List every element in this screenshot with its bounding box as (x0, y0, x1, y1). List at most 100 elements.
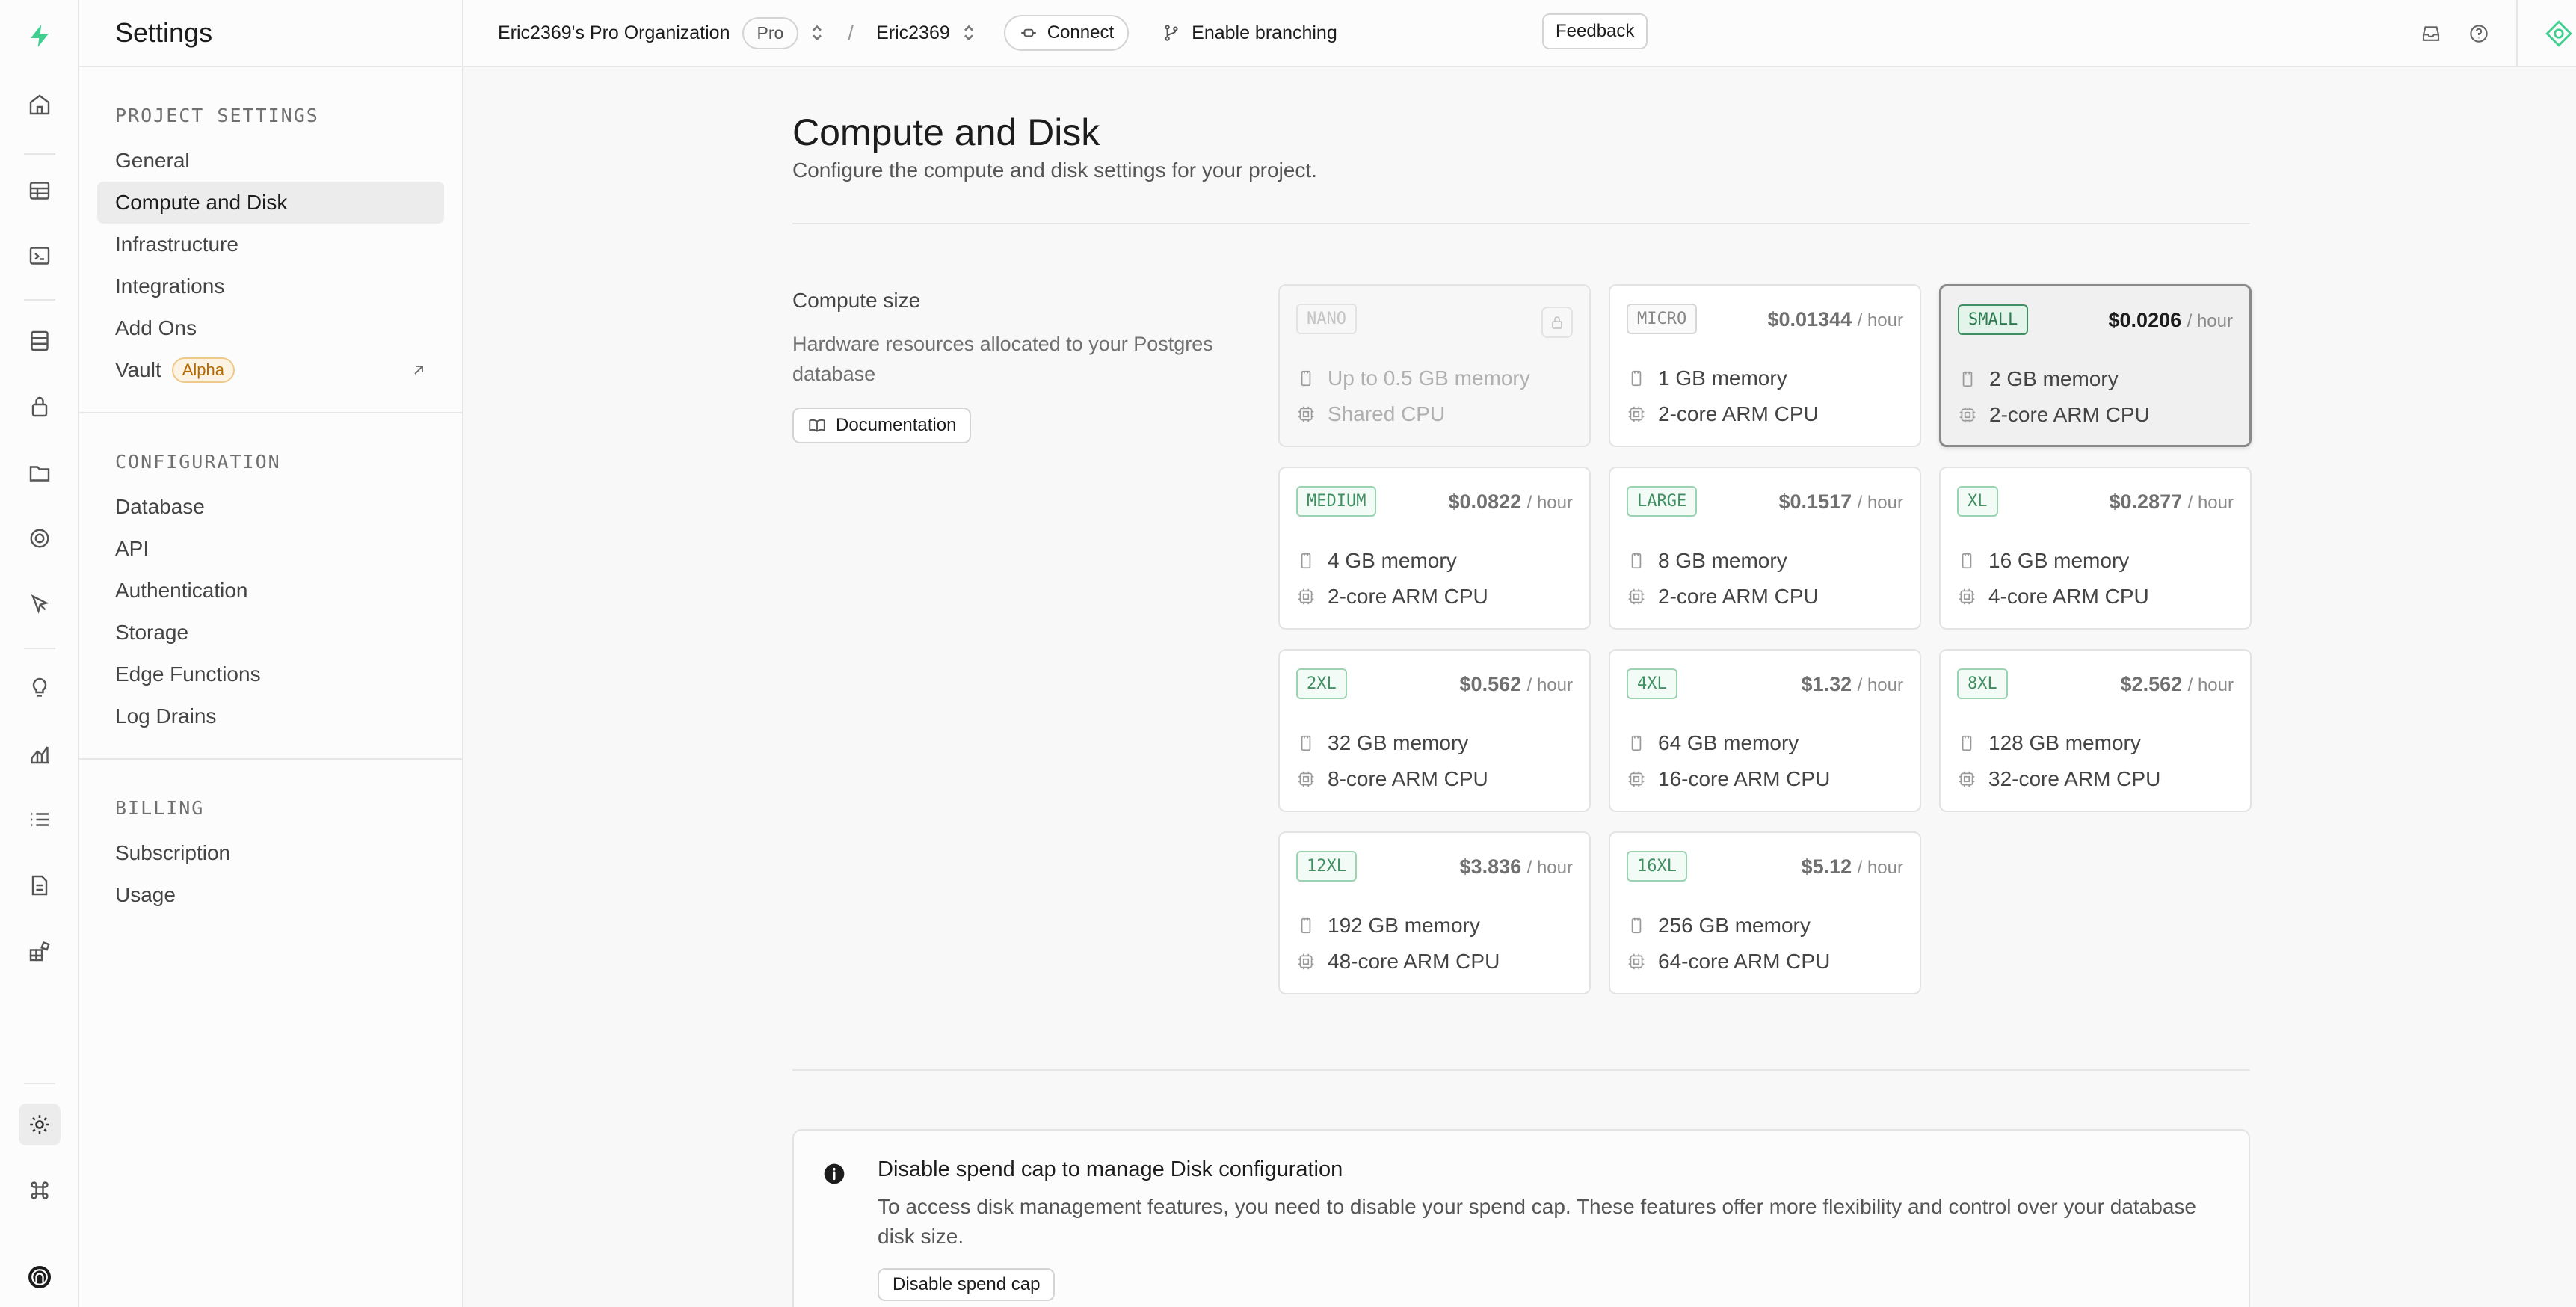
integrations-icon[interactable] (19, 930, 61, 972)
api-docs-icon[interactable] (19, 864, 61, 906)
cpu-label: 32-core ARM CPU (1988, 767, 2161, 790)
alpha-badge: Alpha (171, 357, 235, 383)
breadcrumb-separator: / (848, 21, 854, 44)
cpu-label: 8-core ARM CPU (1328, 767, 1488, 790)
compute-option-large[interactable]: LARGE $0.1517 / hour 8 GB memory 2-core ARM… (1609, 467, 1921, 630)
assistant-icon[interactable] (2543, 18, 2575, 49)
home-icon[interactable] (19, 84, 61, 126)
user-avatar-icon[interactable] (19, 1256, 61, 1298)
price-value: $0.0822 (1448, 490, 1527, 513)
logs-icon[interactable] (19, 799, 61, 840)
database-icon[interactable] (19, 320, 61, 362)
lock-icon (1541, 307, 1573, 338)
cpu-icon (1628, 953, 1645, 970)
compute-option-4xl[interactable]: 4XL $1.32 / hour 64 GB memory 16-core ARM C… (1609, 649, 1921, 812)
cpu-spec: 2-core ARM CPU (1627, 585, 1819, 609)
feedback-button[interactable]: Feedback (1542, 13, 1648, 49)
divider (792, 1069, 2250, 1071)
compute-option-xl[interactable]: XL $0.2877 / hour 16 GB memory 4-core ARM C… (1939, 467, 2252, 630)
menu-item-usage[interactable]: Usage (97, 874, 444, 916)
compute-size-tag: MICRO (1627, 304, 1698, 334)
compute-option-small[interactable]: SMALL $0.0206 / hour 2 GB memory 2-core ARM… (1939, 284, 2252, 447)
supabase-logo-icon[interactable] (19, 15, 61, 57)
cpu-spec: 2-core ARM CPU (1958, 403, 2150, 427)
enable-branching-button[interactable]: Enable branching (1162, 22, 1337, 44)
organization-selector[interactable]: Eric2369's Pro Organization (498, 22, 730, 44)
price-unit: / hour (2187, 675, 2234, 695)
table-editor-icon[interactable] (19, 170, 61, 212)
documentation-button[interactable]: Documentation (792, 408, 972, 443)
menu-item-infrastructure[interactable]: Infrastructure (97, 224, 444, 265)
sql-editor-icon[interactable] (19, 235, 61, 277)
disable-spend-cap-button[interactable]: Disable spend cap (878, 1268, 1056, 1301)
memory-spec: 32 GB memory (1296, 731, 1468, 755)
chevron-up-down-icon[interactable] (961, 22, 977, 44)
price-unit: / hour (1526, 675, 1573, 695)
compute-option-16xl[interactable]: 16XL $5.12 / hour 256 GB memory 64-core ARM… (1609, 831, 1921, 994)
menu-item-edge-functions[interactable]: Edge Functions (97, 654, 444, 695)
price-value: $0.2877 (2109, 490, 2188, 513)
compute-price: $0.562 / hour (1460, 673, 1573, 696)
menu-item-subscription[interactable]: Subscription (97, 832, 444, 874)
compute-size-tag: 16XL (1627, 851, 1687, 882)
menu-item-storage[interactable]: Storage (97, 612, 444, 654)
menu-item-api[interactable]: API (97, 528, 444, 570)
memory-label: 256 GB memory (1658, 914, 1811, 937)
menu-item-integrations[interactable]: Integrations (97, 265, 444, 307)
settings-menu-title: Settings (79, 0, 462, 67)
project-settings-icon[interactable] (19, 1104, 61, 1145)
menu-item-vault[interactable]: Vault Alpha (97, 349, 444, 391)
memory-icon (1962, 553, 1972, 569)
price-value: $0.562 (1459, 673, 1527, 695)
memory-icon (1301, 735, 1311, 751)
memory-spec: 256 GB memory (1627, 914, 1811, 938)
help-icon[interactable] (2468, 22, 2490, 45)
compute-price: $0.01344 / hour (1768, 308, 1904, 331)
chevron-up-down-icon[interactable] (809, 22, 825, 44)
menu-group-title: PROJECT SETTINGS (115, 105, 319, 126)
compute-option-micro[interactable]: MICRO $0.01344 / hour 1 GB memory 2-core AR… (1609, 284, 1921, 447)
menu-item-log-drains[interactable]: Log Drains (97, 695, 444, 737)
connect-button[interactable]: Connect (1003, 15, 1130, 51)
compute-price: $1.32 / hour (1802, 673, 1903, 696)
menu-item-authentication[interactable]: Authentication (97, 570, 444, 612)
compute-option-12xl[interactable]: 12XL $3.836 / hour 192 GB memory 48-core AR… (1278, 831, 1591, 994)
memory-label: 64 GB memory (1658, 731, 1799, 754)
cpu-spec: Shared CPU (1296, 402, 1445, 426)
memory-spec: 64 GB memory (1627, 731, 1799, 755)
compute-option-medium[interactable]: MEDIUM $0.0822 / hour 4 GB memory 2-core AR… (1278, 467, 1591, 630)
cpu-icon (1628, 406, 1645, 422)
memory-spec: 4 GB memory (1296, 549, 1457, 573)
realtime-icon[interactable] (19, 517, 61, 559)
project-selector[interactable]: Eric2369 (876, 22, 950, 44)
divider (792, 223, 2250, 224)
cpu-icon (1298, 588, 1314, 605)
compute-size-tag: NANO (1296, 304, 1357, 334)
cpu-spec: 2-core ARM CPU (1296, 585, 1488, 609)
compute-size-description: Hardware resources allocated to your Pos… (792, 333, 1213, 385)
price-value: $0.0206 (2108, 309, 2187, 331)
command-menu-icon[interactable] (19, 1169, 61, 1211)
menu-item-database[interactable]: Database (97, 486, 444, 528)
cpu-icon (1628, 588, 1645, 605)
reports-icon[interactable] (19, 733, 61, 775)
cpu-icon (1959, 407, 1976, 423)
memory-icon (1962, 735, 1972, 751)
edge-functions-icon[interactable] (19, 583, 61, 625)
storage-icon[interactable] (19, 452, 61, 493)
price-unit: / hour (1857, 675, 1903, 695)
menu-item-general[interactable]: General (97, 140, 444, 182)
menu-item-add-ons[interactable]: Add Ons (97, 307, 444, 349)
price-value: $1.32 (1801, 673, 1858, 695)
price-value: $5.12 (1801, 855, 1858, 878)
memory-label: 2 GB memory (1989, 367, 2119, 390)
menu-item-compute-and-disk[interactable]: Compute and Disk (97, 182, 444, 224)
compute-price: $3.836 / hour (1460, 855, 1573, 879)
compute-option-8xl[interactable]: 8XL $2.562 / hour 128 GB memory 32-core ARM… (1939, 649, 2252, 812)
inbox-icon[interactable] (2420, 22, 2442, 45)
compute-option-2xl[interactable]: 2XL $0.562 / hour 32 GB memory 8-core ARM C… (1278, 649, 1591, 812)
memory-icon (1301, 553, 1311, 569)
advisors-icon[interactable] (19, 667, 61, 709)
authentication-icon[interactable] (19, 386, 61, 428)
memory-icon (1631, 735, 1642, 751)
